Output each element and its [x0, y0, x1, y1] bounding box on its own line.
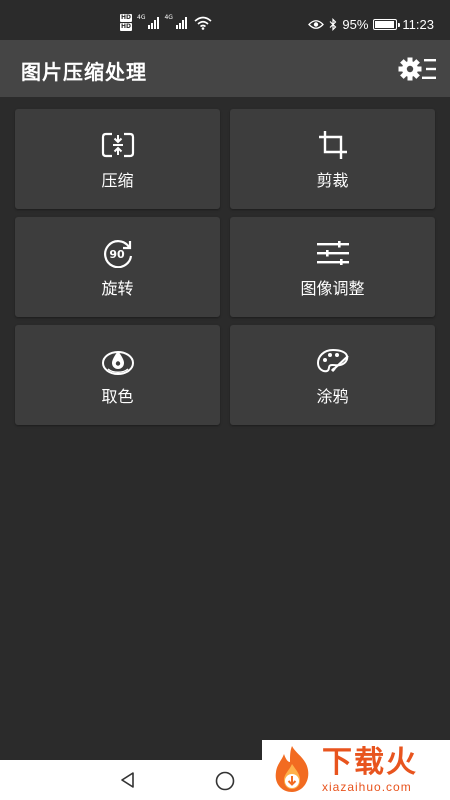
signal-icon [175, 16, 187, 29]
wifi-icon [194, 16, 212, 30]
tile-rotate[interactable]: 90 旋转 [15, 217, 220, 317]
status-bar: HD HD 4G 4G 95% 11:23 [0, 0, 450, 40]
watermark-title: 下载火 [322, 745, 418, 780]
tile-crop[interactable]: 剪裁 [230, 109, 435, 209]
system-indicators: 95% 11:23 [308, 17, 434, 32]
tile-label: 取色 [101, 387, 134, 406]
network-type-label: 4G [137, 14, 146, 21]
tile-label: 图像调整 [300, 279, 365, 298]
app-bar: 图片压缩处理 [0, 40, 450, 97]
hd-badge: HD [120, 23, 133, 31]
tile-doodle[interactable]: 涂鸦 [230, 325, 435, 425]
tile-label: 压缩 [101, 171, 134, 190]
battery-level [375, 21, 395, 28]
tile-image-adjust[interactable]: 图像调整 [230, 217, 435, 317]
tile-compress[interactable]: 压缩 [15, 109, 220, 209]
gear-list-icon [398, 57, 436, 81]
battery-icon [373, 19, 401, 30]
network-type-label: 4G [164, 14, 173, 21]
signal-icon [148, 16, 160, 29]
tile-label: 剪裁 [316, 171, 349, 190]
tile-color-picker[interactable]: 取色 [15, 325, 220, 425]
compress-icon [101, 132, 134, 158]
palette-icon [316, 348, 349, 373]
tile-label: 旋转 [101, 279, 134, 298]
feature-grid: 压缩 剪裁 90 旋转 图像调整 取色 涂鸦 [15, 109, 435, 425]
crop-icon [318, 131, 347, 159]
home-icon[interactable] [214, 770, 236, 792]
bluetooth-icon [329, 18, 337, 31]
watermark: 下载火 xiazaihuo.com [262, 740, 450, 800]
clock: 11:23 [402, 17, 434, 32]
hd-badge: HD [120, 14, 133, 22]
rotate-90-icon: 90 [103, 240, 132, 268]
tile-label: 涂鸦 [316, 387, 349, 406]
app-title: 图片压缩处理 [21, 60, 147, 84]
settings-button[interactable] [398, 52, 438, 86]
svg-text:90: 90 [109, 248, 125, 261]
network-indicators: HD HD 4G 4G [120, 14, 212, 31]
sliders-icon [316, 241, 349, 265]
eye-icon [308, 20, 325, 29]
back-icon[interactable] [118, 770, 138, 790]
flame-logo-icon [275, 746, 309, 792]
watermark-url: xiazaihuo.com [322, 780, 412, 794]
color-picker-icon [101, 351, 134, 375]
battery-percent: 95% [342, 17, 369, 32]
